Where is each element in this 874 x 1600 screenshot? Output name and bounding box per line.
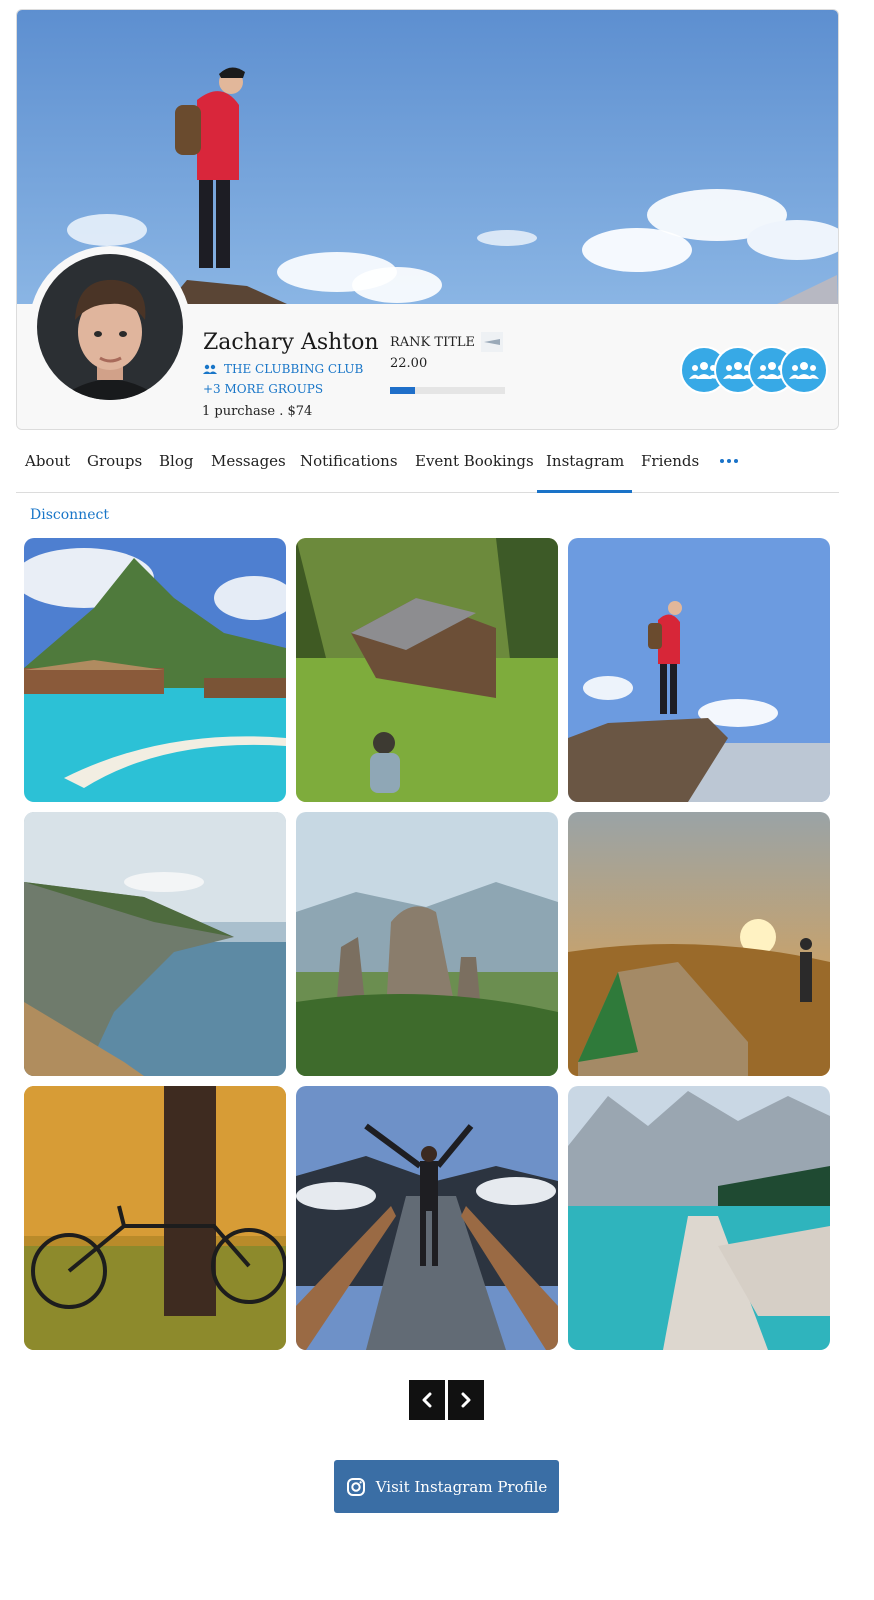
instagram-photo-9[interactable]: [568, 1086, 830, 1350]
tab-messages[interactable]: Messages: [211, 452, 286, 470]
rank-progress-fill: [390, 387, 416, 394]
tab-notifications[interactable]: Notifications: [300, 452, 398, 470]
instagram-photo-3[interactable]: [568, 538, 830, 802]
rank-icon: [481, 332, 503, 352]
badge-group[interactable]: [680, 346, 830, 396]
visit-instagram-label: Visit Instagram Profile: [375, 1477, 548, 1496]
tab-groups[interactable]: Groups: [87, 452, 142, 470]
instagram-photo-5[interactable]: [296, 812, 558, 1076]
instagram-icon: [346, 1477, 365, 1496]
rank-value: 22.00: [390, 356, 428, 371]
more-dot: [720, 459, 724, 463]
rank-progress-bar: [390, 387, 505, 394]
purchase-summary: 1 purchase . $74: [202, 404, 313, 419]
rank-title: RANK TITLE: [390, 332, 503, 352]
tab-about[interactable]: About: [25, 452, 70, 470]
profile-tabs: About Groups Blog Messages Notifications…: [16, 446, 839, 493]
tab-blog[interactable]: Blog: [159, 452, 193, 470]
instagram-photo-1[interactable]: [24, 538, 286, 802]
tab-friends[interactable]: Friends: [641, 452, 699, 470]
more-tabs-menu[interactable]: [720, 455, 740, 467]
avatar[interactable]: [37, 254, 183, 400]
prev-page-button[interactable]: [409, 1380, 445, 1420]
groups-icon: [203, 364, 217, 374]
chevron-right-icon: [461, 1392, 471, 1408]
group-link[interactable]: THE CLUBBING CLUB: [203, 362, 363, 376]
next-page-button[interactable]: [448, 1380, 484, 1420]
instagram-photo-2[interactable]: [296, 538, 558, 802]
more-dot: [734, 459, 738, 463]
instagram-photo-6[interactable]: [568, 812, 830, 1076]
more-dot: [727, 459, 731, 463]
tab-instagram[interactable]: Instagram: [546, 452, 624, 470]
chevron-left-icon: [422, 1392, 432, 1408]
tab-event-bookings[interactable]: Event Bookings: [415, 452, 534, 470]
instagram-photo-8[interactable]: [296, 1086, 558, 1350]
profile-name[interactable]: Zachary Ashton: [203, 330, 379, 355]
active-tab-indicator: [537, 490, 632, 493]
visit-instagram-button[interactable]: Visit Instagram Profile: [334, 1460, 559, 1513]
group-badge[interactable]: [780, 346, 828, 394]
instagram-photo-4[interactable]: [24, 812, 286, 1076]
users-icon: [789, 362, 819, 379]
more-groups-link[interactable]: +3 MORE GROUPS: [203, 382, 323, 396]
rank-title-label: RANK TITLE: [390, 334, 475, 350]
group-name: THE CLUBBING CLUB: [224, 362, 364, 376]
disconnect-link[interactable]: Disconnect: [30, 507, 109, 523]
instagram-photo-7[interactable]: [24, 1086, 286, 1350]
